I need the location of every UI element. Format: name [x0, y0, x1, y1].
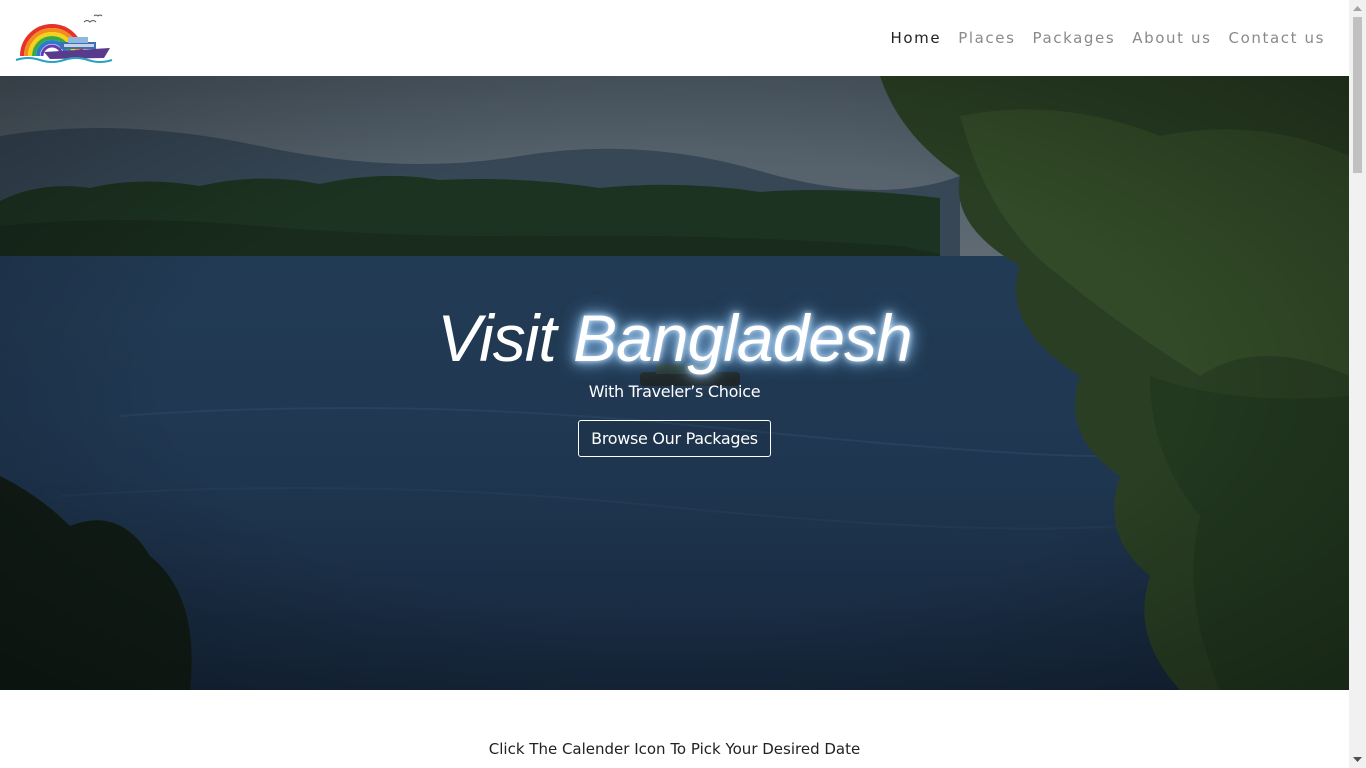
hero-section: Visit Bangladesh With Traveler’s Choice … [0, 76, 1349, 690]
hero-title: Visit Bangladesh [0, 298, 1349, 378]
scroll-up-arrow-icon[interactable] [1349, 0, 1366, 17]
scroll-down-arrow-icon[interactable] [1349, 751, 1366, 768]
navbar: Home Places Packages About us Contact us [0, 0, 1349, 76]
nav-item-about-us[interactable]: About us [1132, 29, 1211, 47]
scrollbar-thumb[interactable] [1353, 17, 1362, 173]
brand-logo[interactable] [14, 12, 116, 64]
page-scrollbar[interactable] [1349, 0, 1366, 768]
date-picker-section: Click The Calender Icon To Pick Your Des… [0, 690, 1349, 768]
hero-title-bangladesh: Bangladesh [573, 301, 913, 375]
page: Home Places Packages About us Contact us [0, 0, 1349, 768]
nav-item-home[interactable]: Home [891, 29, 942, 47]
date-picker-hint: Click The Calender Icon To Pick Your Des… [488, 740, 861, 758]
hero-title-visit: Visit [437, 301, 574, 375]
nav-item-contact-us[interactable]: Contact us [1229, 29, 1325, 47]
nav-menu: Home Places Packages About us Contact us [891, 0, 1326, 76]
hero-content: Visit Bangladesh With Traveler’s Choice … [0, 298, 1349, 457]
nav-item-places[interactable]: Places [958, 29, 1015, 47]
nav-item-packages[interactable]: Packages [1033, 29, 1116, 47]
hero-subtitle: With Traveler’s Choice [588, 382, 761, 401]
browse-packages-button[interactable]: Browse Our Packages [578, 420, 771, 457]
